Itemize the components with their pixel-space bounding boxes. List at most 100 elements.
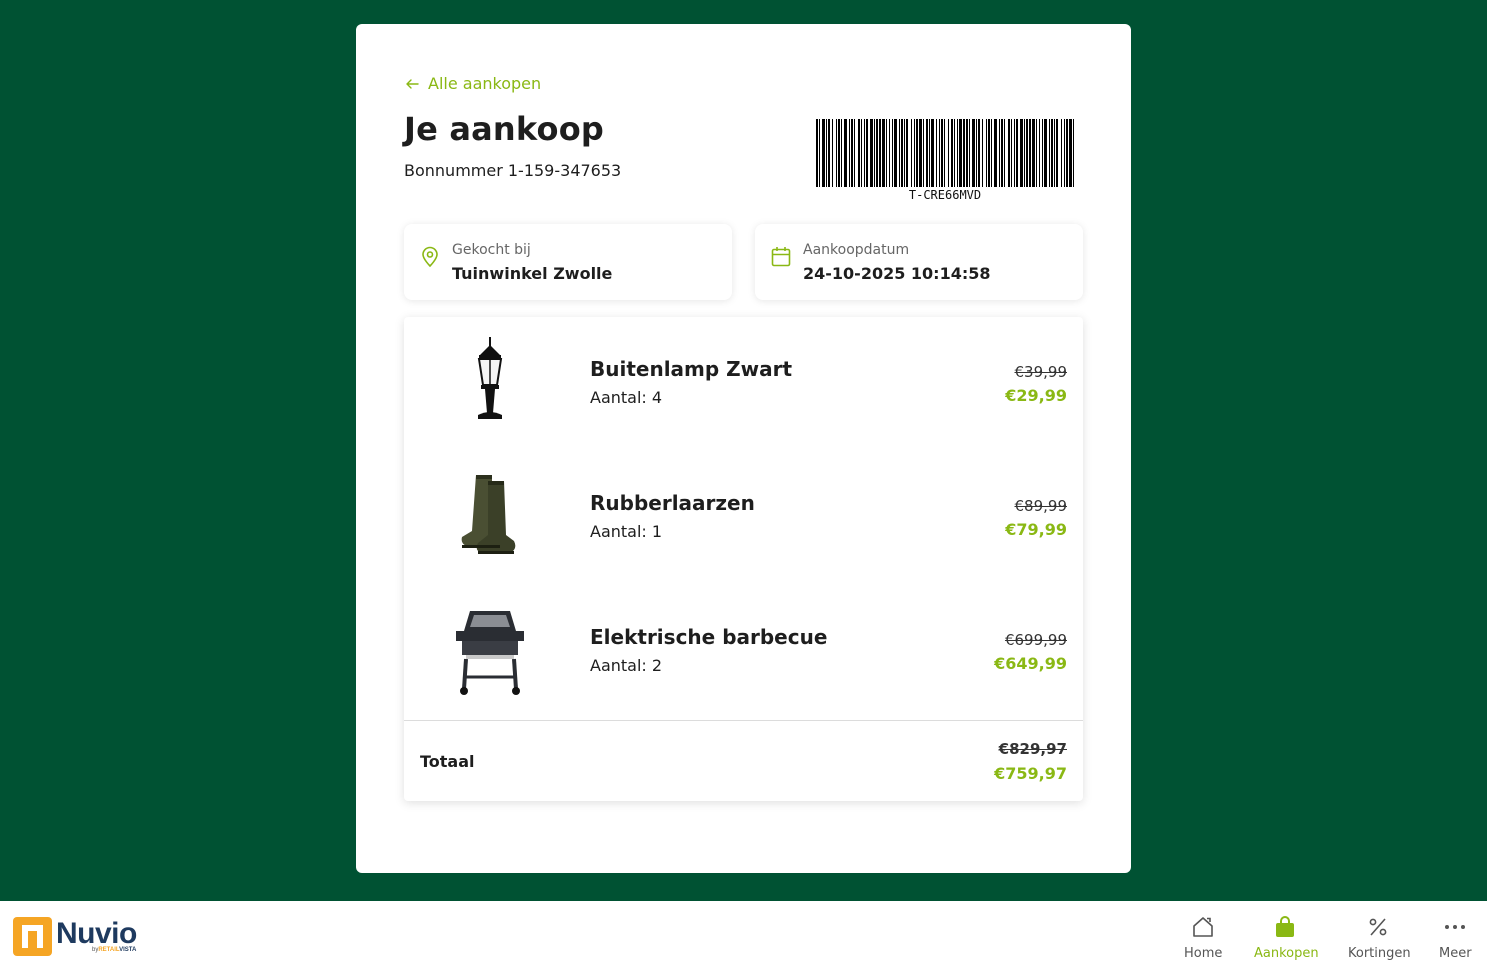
store-info-box: Gekocht bij Tuinwinkel Zwolle <box>404 224 732 300</box>
barcode-bar <box>939 119 940 187</box>
barcode-bar <box>951 119 953 187</box>
page-title: Je aankoop <box>404 110 605 148</box>
nav-home[interactable]: Home <box>1184 915 1222 961</box>
barcode-bar <box>1064 119 1065 187</box>
item-name: Buitenlamp Zwart <box>590 357 793 381</box>
barcode-bar <box>978 119 980 187</box>
back-link[interactable]: Alle aankopen <box>404 74 541 93</box>
logo-sub-brand: RETAIL <box>98 947 120 953</box>
barcode-bar <box>941 119 943 187</box>
total-old-price: €829,97 <box>998 740 1067 758</box>
barcode: T-CRE66MVD <box>816 119 1074 202</box>
list-item[interactable]: Rubberlaarzen Aantal: 1 €89,99 €79,99 <box>404 451 1083 585</box>
barcode-bar <box>882 119 885 187</box>
barcode-bar <box>1054 119 1055 187</box>
barcode-bar <box>870 119 873 187</box>
barcode-bar <box>919 119 922 187</box>
barcode-bar <box>858 119 860 187</box>
barcode-bar <box>1073 119 1074 187</box>
item-quantity: Aantal: 1 <box>590 522 663 541</box>
logo-text: Nuvio <box>56 917 137 950</box>
barcode-bar <box>954 119 955 187</box>
nav-kortingen-label: Kortingen <box>1348 946 1411 961</box>
date-value: 24-10-2025 10:14:58 <box>803 264 991 283</box>
barcode-bar <box>851 119 853 187</box>
barcode-bar <box>914 119 915 187</box>
barcode-bar <box>969 119 970 187</box>
barcode-bar <box>1014 119 1015 187</box>
item-new-price: €649,99 <box>994 654 1067 673</box>
barcode-bar <box>936 119 937 187</box>
barcode-bar <box>1004 119 1005 187</box>
rubber-boots-image <box>461 475 516 554</box>
logo-mark-icon <box>13 916 52 956</box>
list-item[interactable]: Buitenlamp Zwart Aantal: 4 €39,99 €29,99 <box>404 317 1083 451</box>
barcode-bar <box>904 119 905 187</box>
barcode-bar <box>988 119 990 187</box>
barcode-bar <box>1036 119 1037 187</box>
nav-meer-label: Meer <box>1439 946 1472 961</box>
barcode-bar <box>1001 119 1003 187</box>
logo-sub-suffix: VISTA <box>119 947 137 953</box>
barcode-bar <box>906 119 908 187</box>
barcode-bar <box>1032 119 1035 187</box>
barcode-bar <box>1049 119 1050 187</box>
nav-meer[interactable]: Meer <box>1439 915 1472 961</box>
barcode-bar <box>1016 119 1018 187</box>
total-new-price: €759,97 <box>994 764 1067 783</box>
barcode-bar <box>911 119 912 187</box>
total-label: Totaal <box>420 752 475 771</box>
barcode-bar <box>866 119 868 187</box>
barcode-bar <box>874 119 875 187</box>
barcode-bar <box>838 119 840 187</box>
barcode-bar <box>886 119 887 187</box>
barcode-bar <box>966 119 968 187</box>
bottom-navigation-bar: Nuvio byRETAILVISTA Home Aankopen Kortin… <box>0 901 1487 971</box>
barcode-bar <box>879 119 881 187</box>
barcode-bar <box>854 119 855 187</box>
barcode-bar <box>899 119 900 187</box>
barcode-bar <box>991 119 992 187</box>
barcode-bar <box>836 119 837 187</box>
shopping-bag-icon <box>1276 916 1294 937</box>
barcode-bars <box>816 119 1074 187</box>
home-icon <box>1193 917 1213 937</box>
nav-aankopen[interactable]: Aankopen <box>1254 915 1319 961</box>
item-old-price: €699,99 <box>1004 631 1067 649</box>
percent-icon <box>1369 918 1387 936</box>
barcode-bar <box>982 119 983 187</box>
item-new-price: €29,99 <box>1005 386 1067 405</box>
barcode-bar <box>826 119 827 187</box>
barcode-bar <box>963 119 965 187</box>
item-quantity: Aantal: 4 <box>590 388 663 407</box>
item-name: Rubberlaarzen <box>590 491 755 515</box>
barcode-bar <box>828 119 830 187</box>
list-item[interactable]: Elektrische barbecue Aantal: 2 €699,99 €… <box>404 585 1083 719</box>
barcode-bar <box>1051 119 1053 187</box>
barcode-bar <box>926 119 928 187</box>
nav-kortingen[interactable]: Kortingen <box>1348 915 1411 961</box>
barcode-bar <box>994 119 997 187</box>
barcode-bar <box>844 119 847 187</box>
barcode-bar <box>1069 119 1072 187</box>
item-new-price: €79,99 <box>1005 520 1067 539</box>
barcode-bar <box>1024 119 1025 187</box>
logo-subtext: byRETAILVISTA <box>92 947 136 953</box>
barcode-bar <box>889 119 890 187</box>
date-info-box: Aankoopdatum 24-10-2025 10:14:58 <box>755 224 1083 300</box>
barcode-bar <box>1042 119 1043 187</box>
nuvio-logo[interactable]: Nuvio byRETAILVISTA <box>13 916 137 956</box>
barcode-bar <box>916 119 918 187</box>
item-old-price: €89,99 <box>1014 497 1068 515</box>
barcode-bar <box>892 119 893 187</box>
barcode-bar <box>1039 119 1040 187</box>
barcode-bar <box>894 119 897 187</box>
barcode-bar <box>986 119 987 187</box>
item-old-price: €39,99 <box>1014 363 1068 381</box>
receipt-number: Bonnummer 1-159-347653 <box>404 161 622 180</box>
barcode-text: T-CRE66MVD <box>908 188 982 202</box>
store-label: Gekocht bij <box>452 242 531 258</box>
electric-barbecue-image <box>456 611 524 695</box>
barcode-bar <box>1066 119 1068 187</box>
item-quantity: Aantal: 2 <box>590 656 663 675</box>
